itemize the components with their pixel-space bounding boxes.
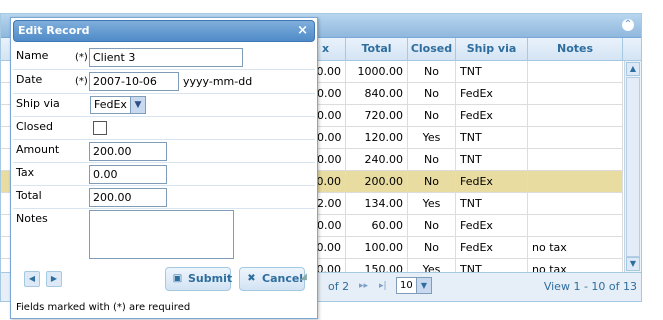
ship-via-value: FedEx	[94, 98, 127, 111]
cell-ship-via: FedEx	[456, 215, 528, 236]
cell-notes	[528, 149, 623, 170]
form-row-notes: Notes	[13, 209, 315, 264]
total-field[interactable]	[89, 188, 167, 207]
cell-closed: No	[408, 237, 456, 258]
cancel-button[interactable]: ✖ Cancel	[239, 267, 305, 291]
cell-total: 100.00	[346, 237, 408, 258]
form-row-closed: Closed	[13, 117, 315, 140]
cell-closed: No	[408, 83, 456, 104]
page-size-select[interactable]: 10 ▼	[396, 277, 432, 294]
cell-total: 60.00	[346, 215, 408, 236]
cell-total: 150.00	[346, 259, 408, 272]
column-header-ship-via[interactable]: Ship via	[456, 38, 528, 60]
cell-notes: no tax	[528, 237, 623, 258]
form-row-total: Total	[13, 186, 315, 209]
cell-total: 200.00	[346, 171, 408, 192]
cell-closed: Yes	[408, 259, 456, 272]
form-row-ship-via: Ship via FedEx ▼	[13, 94, 315, 117]
notes-label: Notes	[16, 212, 48, 225]
dialog-title: Edit Record	[18, 24, 90, 37]
name-field[interactable]	[89, 48, 243, 67]
form-row-amount: Amount	[13, 140, 315, 163]
cell-closed: Yes	[408, 127, 456, 148]
date-label: Date	[16, 73, 43, 86]
cell-total: 134.00	[346, 193, 408, 214]
required-fields-note: Fields marked with (*) are required	[16, 302, 191, 313]
cell-closed: No	[408, 171, 456, 192]
cell-total: 840.00	[346, 83, 408, 104]
cell-ship-via: FedEx	[456, 83, 528, 104]
cell-notes	[528, 215, 623, 236]
closed-checkbox[interactable]	[93, 121, 107, 135]
save-icon: ▣	[172, 273, 183, 284]
cell-closed: No	[408, 61, 456, 82]
submit-label: Submit	[188, 272, 233, 285]
required-mark: (*)	[75, 76, 88, 87]
cell-closed: Yes	[408, 193, 456, 214]
column-header-total[interactable]: Total	[346, 38, 408, 60]
cell-notes: no tax	[528, 259, 623, 272]
previous-record-icon[interactable]: ◀	[24, 271, 40, 287]
date-field[interactable]	[89, 72, 179, 91]
cell-ship-via: FedEx	[456, 237, 528, 258]
cell-ship-via: FedEx	[456, 105, 528, 126]
last-page-icon[interactable]: ▸|	[379, 281, 387, 291]
column-header-notes[interactable]: Notes	[528, 38, 623, 60]
cell-ship-via: TNT	[456, 127, 528, 148]
cancel-label: Cancel	[262, 272, 304, 285]
column-header-closed[interactable]: Closed	[408, 38, 456, 60]
form-row-name: Name (*)	[13, 46, 315, 70]
collapse-icon[interactable]: ⌃	[622, 19, 634, 31]
date-format-hint: yyyy-mm-dd	[183, 75, 253, 88]
next-page-icon[interactable]: ▸▸	[359, 281, 368, 291]
cell-notes	[528, 171, 623, 192]
cell-closed: No	[408, 215, 456, 236]
page-count: of 2	[328, 280, 350, 293]
scroll-down-icon[interactable]: ▼	[626, 257, 640, 271]
cell-notes	[528, 61, 623, 82]
scroll-up-icon[interactable]: ▲	[626, 62, 640, 76]
cell-ship-via: FedEx	[456, 171, 528, 192]
chevron-down-icon: ▼	[130, 97, 145, 113]
vertical-scrollbar[interactable]: ▲ ▼	[624, 61, 641, 272]
cell-closed: No	[408, 149, 456, 170]
chevron-down-icon: ▼	[416, 278, 431, 293]
ship-via-label: Ship via	[16, 97, 60, 110]
tax-label: Tax	[16, 166, 35, 179]
page-size-value: 10	[400, 280, 413, 291]
cell-closed: No	[408, 105, 456, 126]
cell-ship-via: TNT	[456, 149, 528, 170]
cell-total: 120.00	[346, 127, 408, 148]
record-range: View 1 - 10 of 13	[543, 280, 637, 293]
cell-notes	[528, 105, 623, 126]
submit-button[interactable]: ▣ Submit	[165, 267, 233, 291]
cell-ship-via: TNT	[456, 61, 528, 82]
close-icon[interactable]: ×	[297, 23, 308, 38]
cell-total: 720.00	[346, 105, 408, 126]
notes-field[interactable]	[89, 210, 234, 259]
required-mark: (*)	[75, 52, 88, 63]
cell-ship-via: TNT	[456, 259, 528, 272]
closed-label: Closed	[16, 120, 53, 133]
amount-label: Amount	[16, 143, 60, 156]
edit-record-dialog: Edit Record × Name (*) Date (*) yyyy-mm-…	[10, 17, 318, 319]
total-label: Total	[16, 189, 42, 202]
ship-via-select[interactable]: FedEx ▼	[90, 96, 146, 114]
resize-grip-icon[interactable]: ◢	[300, 272, 312, 284]
tax-field[interactable]	[89, 165, 167, 184]
dialog-titlebar[interactable]: Edit Record ×	[13, 20, 315, 42]
next-record-icon[interactable]: ▶	[46, 271, 62, 287]
cell-notes	[528, 193, 623, 214]
cell-notes	[528, 127, 623, 148]
cell-ship-via: TNT	[456, 193, 528, 214]
cell-notes	[528, 83, 623, 104]
cell-total: 1000.00	[346, 61, 408, 82]
form-row-tax: Tax	[13, 163, 315, 186]
scroll-thumb[interactable]	[626, 77, 640, 257]
amount-field[interactable]	[89, 142, 167, 161]
cancel-icon: ✖	[247, 273, 256, 284]
form-row-date: Date (*) yyyy-mm-dd	[13, 70, 315, 94]
cell-total: 240.00	[346, 149, 408, 170]
name-label: Name	[16, 49, 49, 62]
